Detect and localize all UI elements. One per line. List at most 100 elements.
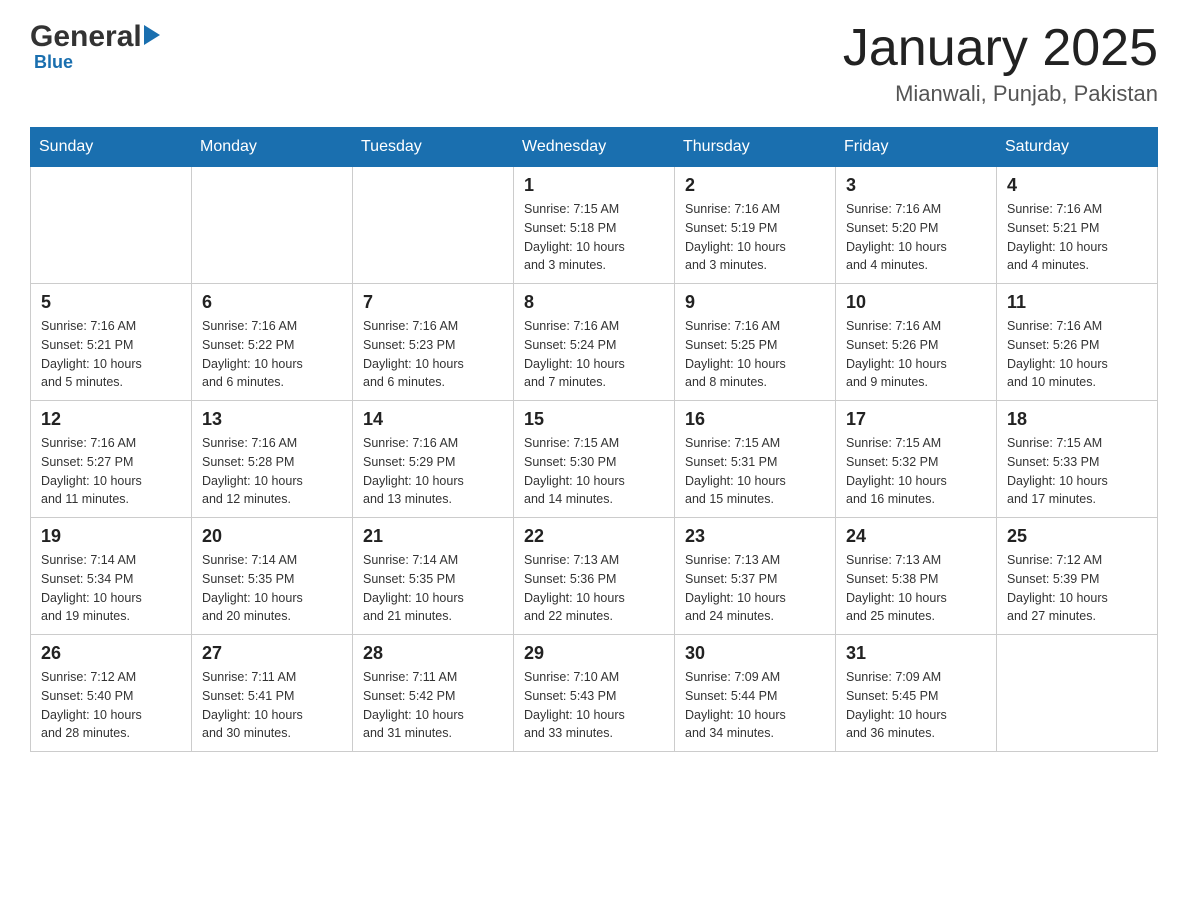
day-info: Sunrise: 7:13 AMSunset: 5:36 PMDaylight:… [524,551,664,626]
day-cell-18: 18 Sunrise: 7:15 AMSunset: 5:33 PMDayligh… [997,401,1158,518]
day-cell-25: 25Sunrise: 7:12 AMSunset: 5:39 PMDayligh… [997,518,1158,635]
day-cell-9: 9 Sunrise: 7:16 AMSunset: 5:25 PMDaylight… [675,284,836,401]
day-cell-5: 5 Sunrise: 7:16 AMSunset: 5:21 PMDaylight… [31,284,192,401]
day-cell-24: 24 Sunrise: 7:13 AMSunset: 5:38 PMDayligh… [836,518,997,635]
empty-cell [353,167,514,284]
week-row-5: 26Sunrise: 7:12 AMSunset: 5:40 PMDayligh… [31,635,1158,752]
logo-blue-text: Blue [34,52,73,73]
day-number: 11 [1007,292,1147,313]
logo-general-text: General [30,20,142,54]
day-number: 17 [846,409,986,430]
day-number: 3 [846,175,986,196]
day-info: Sunrise: 7:16 AMSunset: 5:23 PMDaylight:… [363,317,503,392]
day-number: 20 [202,526,342,547]
day-cell-1: 1 Sunrise: 7:15 AMSunset: 5:18 PMDaylight… [514,167,675,284]
day-info: Sunrise: 7:16 AMSunset: 5:26 PMDaylight:… [1007,317,1147,392]
day-cell-21: 21 Sunrise: 7:14 AMSunset: 5:35 PMDayligh… [353,518,514,635]
day-number: 13 [202,409,342,430]
day-info: Sunrise: 7:16 AMSunset: 5:20 PMDaylight:… [846,200,986,275]
day-cell-8: 8 Sunrise: 7:16 AMSunset: 5:24 PMDaylight… [514,284,675,401]
day-info: Sunrise: 7:15 AMSunset: 5:18 PMDaylight:… [524,200,664,275]
week-row-2: 5 Sunrise: 7:16 AMSunset: 5:21 PMDaylight… [31,284,1158,401]
day-info: Sunrise: 7:13 AMSunset: 5:37 PMDaylight:… [685,551,825,626]
day-number: 31 [846,643,986,664]
day-info: Sunrise: 7:16 AMSunset: 5:28 PMDaylight:… [202,434,342,509]
day-number: 2 [685,175,825,196]
day-info: Sunrise: 7:16 AMSunset: 5:21 PMDaylight:… [41,317,181,392]
column-header-monday: Monday [192,128,353,167]
day-number: 23 [685,526,825,547]
day-info: Sunrise: 7:15 AMSunset: 5:32 PMDaylight:… [846,434,986,509]
day-number: 18 [1007,409,1147,430]
title-section: January 2025 Mianwali, Punjab, Pakistan [843,20,1158,107]
day-cell-15: 15Sunrise: 7:15 AMSunset: 5:30 PMDayligh… [514,401,675,518]
day-cell-22: 22 Sunrise: 7:13 AMSunset: 5:36 PMDayligh… [514,518,675,635]
day-number: 22 [524,526,664,547]
column-header-saturday: Saturday [997,128,1158,167]
day-cell-17: 17 Sunrise: 7:15 AMSunset: 5:32 PMDayligh… [836,401,997,518]
day-cell-14: 14 Sunrise: 7:16 AMSunset: 5:29 PMDayligh… [353,401,514,518]
day-cell-12: 12 Sunrise: 7:16 AMSunset: 5:27 PMDayligh… [31,401,192,518]
day-number: 24 [846,526,986,547]
day-cell-27: 27 Sunrise: 7:11 AMSunset: 5:41 PMDayligh… [192,635,353,752]
logo: General Blue [30,20,160,73]
day-number: 12 [41,409,181,430]
day-cell-26: 26Sunrise: 7:12 AMSunset: 5:40 PMDayligh… [31,635,192,752]
day-cell-20: 20Sunrise: 7:14 AMSunset: 5:35 PMDayligh… [192,518,353,635]
day-info: Sunrise: 7:12 AMSunset: 5:40 PMDaylight:… [41,668,181,743]
day-number: 7 [363,292,503,313]
column-header-tuesday: Tuesday [353,128,514,167]
calendar-table: SundayMondayTuesdayWednesdayThursdayFrid… [30,127,1158,752]
day-number: 8 [524,292,664,313]
day-info: Sunrise: 7:16 AMSunset: 5:26 PMDaylight:… [846,317,986,392]
column-header-friday: Friday [836,128,997,167]
column-header-sunday: Sunday [31,128,192,167]
day-cell-7: 7 Sunrise: 7:16 AMSunset: 5:23 PMDaylight… [353,284,514,401]
day-number: 27 [202,643,342,664]
day-cell-23: 23 Sunrise: 7:13 AMSunset: 5:37 PMDayligh… [675,518,836,635]
day-number: 30 [685,643,825,664]
column-header-wednesday: Wednesday [514,128,675,167]
day-info: Sunrise: 7:16 AMSunset: 5:25 PMDaylight:… [685,317,825,392]
day-info: Sunrise: 7:14 AMSunset: 5:34 PMDaylight:… [41,551,181,626]
day-cell-30: 30 Sunrise: 7:09 AMSunset: 5:44 PMDayligh… [675,635,836,752]
day-info: Sunrise: 7:13 AMSunset: 5:38 PMDaylight:… [846,551,986,626]
day-info: Sunrise: 7:15 AMSunset: 5:31 PMDaylight:… [685,434,825,509]
day-info: Sunrise: 7:16 AMSunset: 5:27 PMDaylight:… [41,434,181,509]
day-cell-2: 2Sunrise: 7:16 AMSunset: 5:19 PMDaylight… [675,167,836,284]
day-info: Sunrise: 7:09 AMSunset: 5:44 PMDaylight:… [685,668,825,743]
week-row-3: 12 Sunrise: 7:16 AMSunset: 5:27 PMDayligh… [31,401,1158,518]
logo-arrow-icon [144,25,160,45]
day-number: 4 [1007,175,1147,196]
day-info: Sunrise: 7:16 AMSunset: 5:21 PMDaylight:… [1007,200,1147,275]
day-info: Sunrise: 7:09 AMSunset: 5:45 PMDaylight:… [846,668,986,743]
day-info: Sunrise: 7:15 AMSunset: 5:33 PMDaylight:… [1007,434,1147,509]
month-title: January 2025 [843,20,1158,77]
day-cell-6: 6 Sunrise: 7:16 AMSunset: 5:22 PMDaylight… [192,284,353,401]
day-info: Sunrise: 7:16 AMSunset: 5:24 PMDaylight:… [524,317,664,392]
day-number: 6 [202,292,342,313]
day-number: 14 [363,409,503,430]
day-cell-28: 28 Sunrise: 7:11 AMSunset: 5:42 PMDayligh… [353,635,514,752]
day-cell-31: 31 Sunrise: 7:09 AMSunset: 5:45 PMDayligh… [836,635,997,752]
day-cell-4: 4 Sunrise: 7:16 AMSunset: 5:21 PMDaylight… [997,167,1158,284]
day-info: Sunrise: 7:16 AMSunset: 5:29 PMDaylight:… [363,434,503,509]
day-cell-10: 10Sunrise: 7:16 AMSunset: 5:26 PMDayligh… [836,284,997,401]
day-number: 28 [363,643,503,664]
day-cell-13: 13 Sunrise: 7:16 AMSunset: 5:28 PMDayligh… [192,401,353,518]
day-cell-19: 19 Sunrise: 7:14 AMSunset: 5:34 PMDayligh… [31,518,192,635]
day-number: 19 [41,526,181,547]
day-info: Sunrise: 7:11 AMSunset: 5:41 PMDaylight:… [202,668,342,743]
location-title: Mianwali, Punjab, Pakistan [843,81,1158,107]
day-info: Sunrise: 7:11 AMSunset: 5:42 PMDaylight:… [363,668,503,743]
day-number: 9 [685,292,825,313]
day-number: 5 [41,292,181,313]
day-info: Sunrise: 7:14 AMSunset: 5:35 PMDaylight:… [363,551,503,626]
day-info: Sunrise: 7:16 AMSunset: 5:22 PMDaylight:… [202,317,342,392]
page-header: General Blue January 2025 Mianwali, Punj… [30,20,1158,107]
day-number: 29 [524,643,664,664]
week-row-4: 19 Sunrise: 7:14 AMSunset: 5:34 PMDayligh… [31,518,1158,635]
day-number: 1 [524,175,664,196]
day-number: 21 [363,526,503,547]
day-number: 15 [524,409,664,430]
